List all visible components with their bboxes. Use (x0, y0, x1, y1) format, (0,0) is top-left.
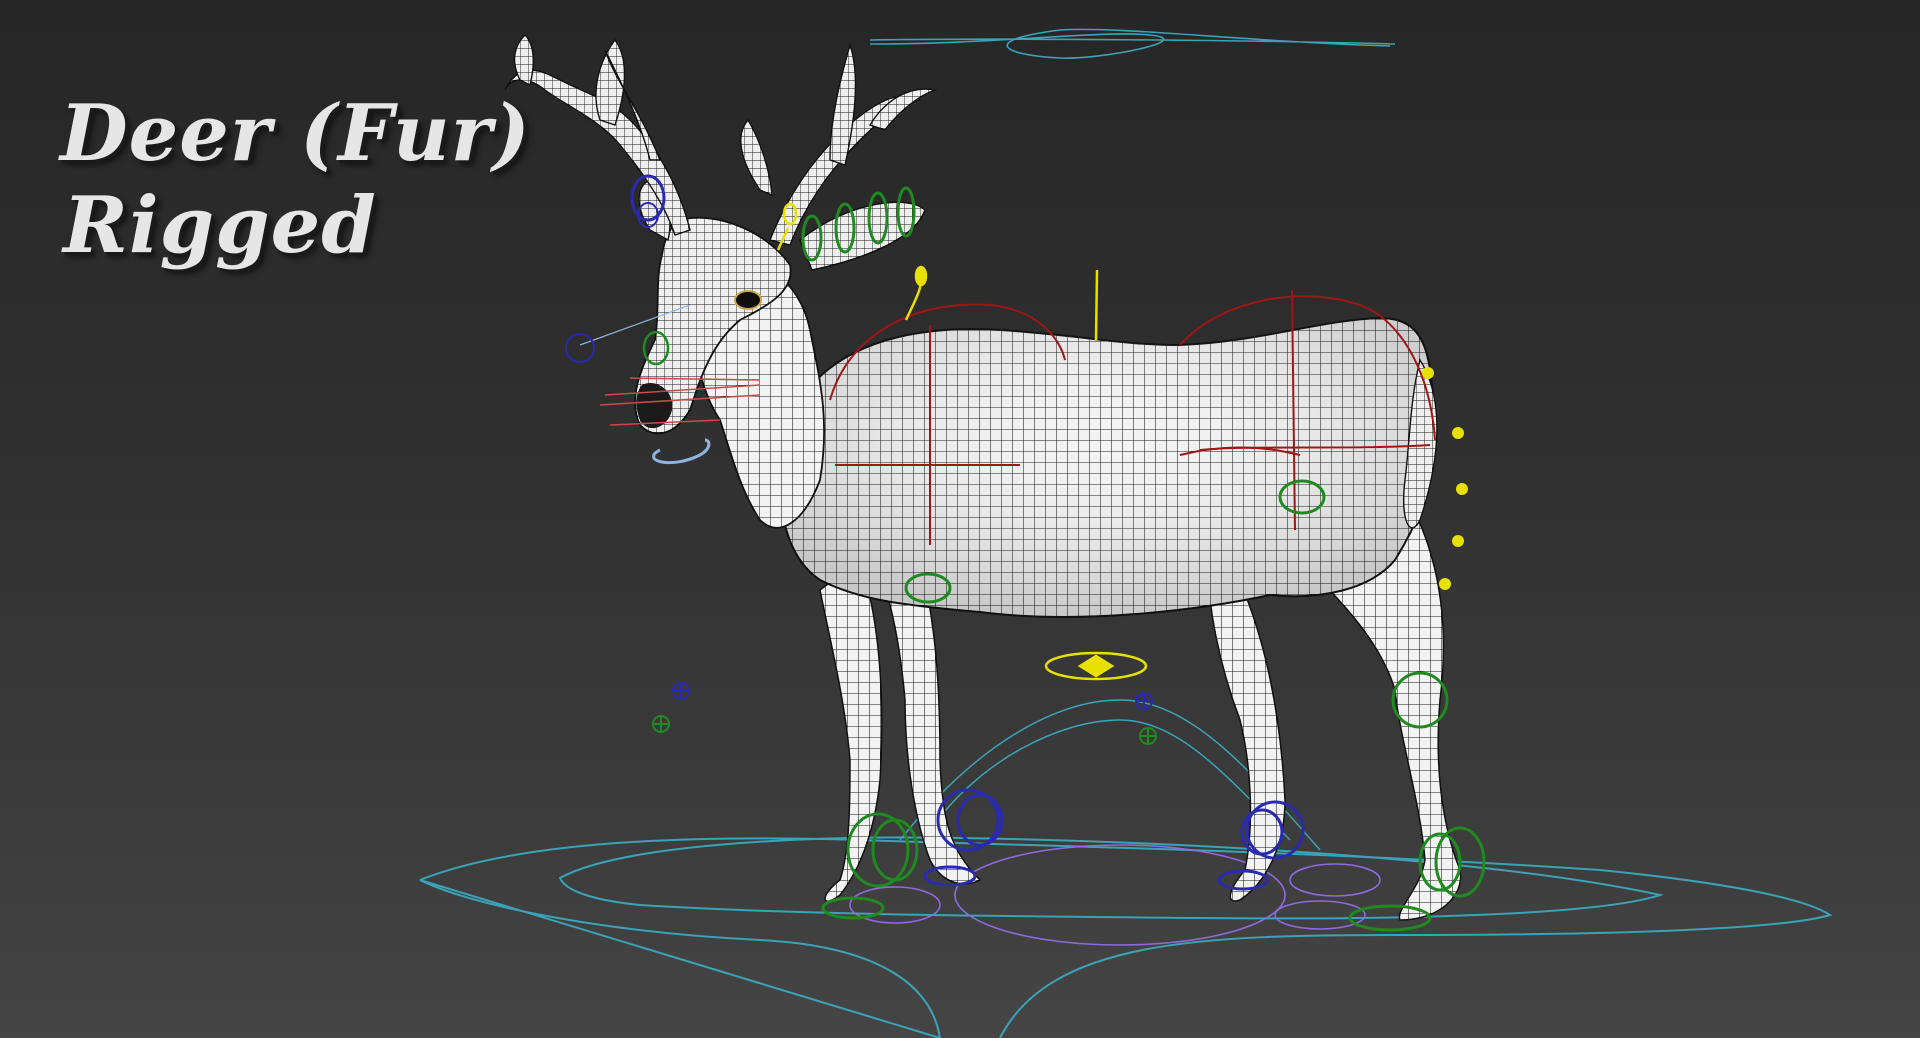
3d-viewport[interactable]: Deer (Fur) Rigged (0, 0, 1920, 1038)
scene-canvas[interactable] (0, 0, 1920, 1038)
deer-mesh[interactable] (634, 178, 1462, 921)
